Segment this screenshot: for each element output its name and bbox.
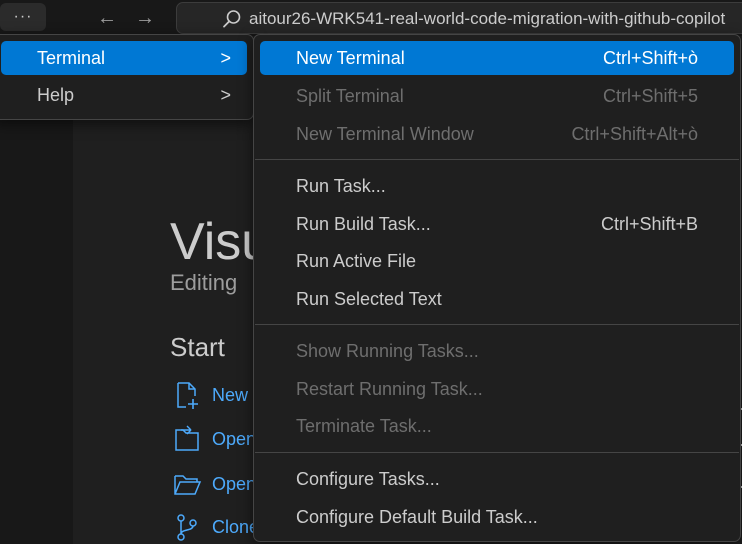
menu-item-terminate-task[interactable]: Terminate Task... [260,409,734,443]
menu-item-run-selected-text[interactable]: Run Selected Text [260,282,734,316]
menu-item-shortcut: Ctrl+Shift+ò [602,48,698,68]
chevron-right-icon: > [220,48,231,68]
open-folder-icon [174,475,202,495]
menu-item-shortcut: Ctrl+Shift+B [600,214,698,234]
menu-item-split-terminal[interactable]: Split Terminal Ctrl+Shift+5 [260,79,734,113]
menu-item-terminal[interactable]: Terminal > [1,41,247,75]
menu-item-run-build-task[interactable]: Run Build Task... Ctrl+Shift+B [260,207,734,241]
menu-item-label: New Terminal [296,48,405,68]
menu-item-label: Split Terminal [296,86,404,106]
terminal-submenu: New Terminal Ctrl+Shift+ò Split Terminal… [253,34,741,542]
menu-item-new-terminal-window[interactable]: New Terminal Window Ctrl+Shift+Alt+ò [260,117,734,151]
menu-item-help[interactable]: Help > [1,78,247,112]
menu-item-run-task[interactable]: Run Task... [260,169,734,203]
start-open-folder-link[interactable]: Open [172,469,256,499]
menu-item-label: Run Active File [296,251,417,271]
title-bar: ··· ← → aitour26-WRK541-real-world-code-… [0,0,742,36]
menu-item-label: Run Selected Text [296,289,442,309]
menu-item-label: Help [37,85,75,105]
menu-item-shortcut: Ctrl+Shift+Alt+ò [571,124,698,144]
start-item-label: Clone [212,516,260,537]
menu-item-run-active-file[interactable]: Run Active File [260,244,734,278]
menu-item-label: Configure Default Build Task... [296,507,538,527]
menu-item-restart-running-task[interactable]: Restart Running Task... [260,372,734,406]
start-item-label: Open [212,473,257,494]
menu-item-configure-default-build-task[interactable]: Configure Default Build Task... [260,500,734,534]
clone-repo-icon [177,514,197,541]
more-menu-button[interactable]: ··· [0,3,46,31]
menu-item-configure-tasks[interactable]: Configure Tasks... [260,462,734,496]
menu-item-label: Restart Running Task... [296,379,483,399]
start-new-file-link[interactable]: New [172,380,248,410]
search-icon [223,10,241,28]
menu-item-new-terminal[interactable]: New Terminal Ctrl+Shift+ò [260,41,734,75]
start-item-label: New [212,384,249,405]
menu-separator [255,159,739,160]
welcome-subtitle: Editing [170,270,238,295]
chevron-right-icon: > [220,85,231,105]
back-arrow-icon[interactable]: ← [97,5,117,31]
start-open-file-link[interactable]: Open [172,424,256,454]
menu-item-label: New Terminal Window [296,124,474,144]
start-heading: Start [170,332,225,362]
command-center-search[interactable]: aitour26-WRK541-real-world-code-migratio… [176,2,742,34]
menu-item-show-running-tasks[interactable]: Show Running Tasks... [260,334,734,368]
forward-arrow-icon[interactable]: → [135,5,155,31]
menu-separator [255,452,739,453]
menu-item-label: Terminate Task... [296,416,432,436]
menu-separator [255,324,739,325]
start-clone-repo-link[interactable]: Clone [172,512,259,542]
open-file-icon [175,425,199,451]
menu-item-label: Run Task... [296,176,386,196]
menu-item-label: Show Running Tasks... [296,341,479,361]
search-text: aitour26-WRK541-real-world-code-migratio… [249,9,726,28]
menubar-dropdown: Terminal > Help > [0,34,254,120]
menu-item-label: Run Build Task... [296,214,431,234]
menu-item-label: Configure Tasks... [296,469,440,489]
new-file-icon [177,382,198,409]
menu-item-shortcut: Ctrl+Shift+5 [602,86,698,106]
menu-item-label: Terminal [37,48,106,68]
start-item-label: Open [212,428,257,449]
